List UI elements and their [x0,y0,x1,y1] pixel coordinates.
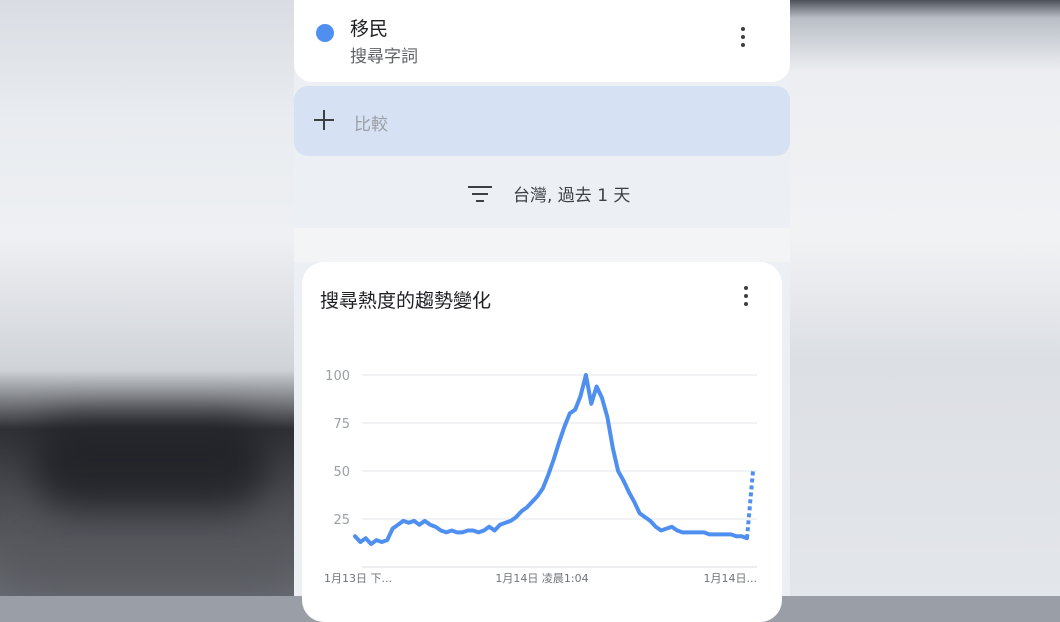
filter-icon [468,185,492,203]
compare-label: 比較 [354,115,388,135]
plus-icon [314,110,334,130]
filter-text: 台灣, 過去 1 天 [513,186,631,206]
search-term-card[interactable]: 移民 搜尋字詞 [294,0,790,82]
partial-data-line [745,470,755,539]
term-more-icon[interactable] [740,27,746,49]
filter-row[interactable]: 台灣, 過去 1 天 [294,170,790,218]
compare-button[interactable]: 比較 [294,86,790,156]
trend-chart-card: 搜尋熱度的趨勢變化 25 50 75 100 1月13日 下... 1月14日 凌晨1:0… [302,262,782,622]
y-tick-label: 25 [333,513,350,528]
blurred-background-right [788,0,1060,596]
trends-screen: 移民 搜尋字詞 比較 台灣, 過去 1 天 搜尋熱度的趨勢變化 25 50 75 10… [294,0,790,622]
x-tick-label: 1月14日... [704,572,758,585]
blurred-background-left [0,0,296,596]
section-gap [294,228,790,262]
term-color-dot [316,24,334,42]
term-name: 移民 [350,18,389,40]
trend-line-chart: 25 50 75 100 1月13日 下... 1月14日 凌晨1:04 1月14日... [324,369,758,585]
term-type: 搜尋字詞 [350,47,418,67]
y-tick-label: 50 [333,465,350,480]
y-tick-label: 100 [325,369,350,384]
y-tick-label: 75 [333,417,350,432]
x-tick-label: 1月14日 凌晨1:04 [495,571,588,585]
x-tick-label: 1月13日 下... [324,572,392,585]
